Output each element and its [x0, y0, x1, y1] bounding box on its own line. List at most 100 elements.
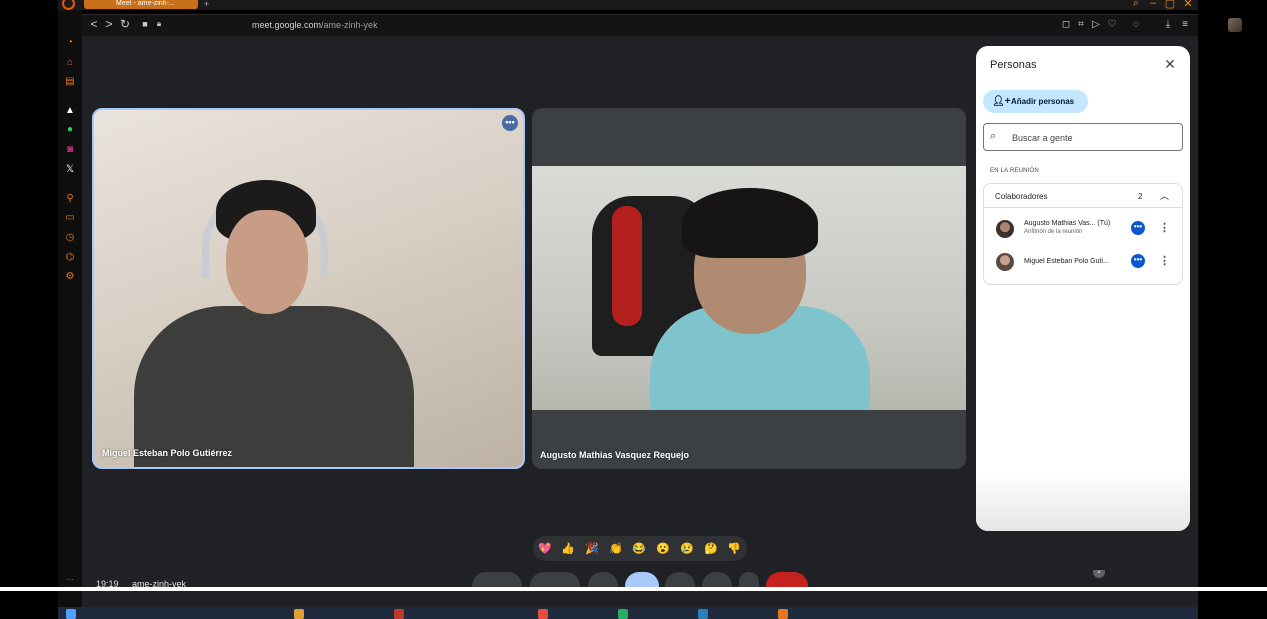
reaction-laugh[interactable]: 😂: [631, 541, 647, 557]
url-host: meet.google.com: [252, 20, 322, 30]
reactions-button[interactable]: [625, 572, 659, 587]
chair-accent: [612, 206, 642, 326]
participant-row[interactable]: Miguel Esteban Polo Guti... ••• ⋮: [984, 247, 1182, 277]
menu-icon[interactable]: ≡: [1179, 19, 1191, 31]
taskbar-app-icon[interactable]: [618, 609, 628, 619]
divider-line: [0, 587, 1267, 591]
tabs-icon[interactable]: ▭: [64, 212, 76, 224]
heart-icon[interactable]: ♡: [1106, 19, 1118, 31]
reaction-surprised[interactable]: 😮: [655, 541, 671, 557]
panel-title: Personas: [990, 59, 1037, 71]
profile-avatar[interactable]: [1228, 18, 1242, 32]
download-icon[interactable]: ⤓: [1162, 19, 1174, 31]
control-bar: 19:19 ame-zinh-yek 2: [82, 570, 1198, 587]
reaction-thumbs-up[interactable]: 👍: [560, 541, 576, 557]
bookmark-icon[interactable]: ◻: [1060, 19, 1072, 31]
collaborators-header[interactable]: Colaboradores 2 ︿: [984, 184, 1182, 208]
aria-sidebar-icon[interactable]: ▲: [64, 105, 76, 117]
close-panel-button[interactable]: ✕: [1162, 56, 1178, 72]
shopping-icon[interactable]: ⌂: [64, 57, 76, 69]
history-icon[interactable]: ◷: [64, 232, 76, 244]
group-title: Colaboradores: [995, 192, 1048, 201]
settings-icon[interactable]: ⚙: [64, 271, 76, 283]
tile-name-miguel: Miguel Esteban Polo Gutiérrez: [102, 448, 233, 458]
reaction-thumbs-down[interactable]: 👎: [726, 541, 742, 557]
tab-meet[interactable]: Meet - ame-zinh-...: [84, 0, 198, 9]
avatar: [996, 253, 1014, 271]
taskbar-app-icon[interactable]: [294, 609, 304, 619]
search-field[interactable]: ⌕: [983, 123, 1183, 151]
participant-role: Anfitrión de la reunión: [1024, 229, 1083, 235]
chevron-up-icon[interactable]: ︿: [1160, 189, 1169, 202]
lock-icon[interactable]: 🔒︎: [152, 19, 166, 29]
search-tabs-icon[interactable]: ⌕: [1129, 0, 1143, 10]
pinboard-icon[interactable]: ⚲: [64, 193, 76, 205]
snapshot-icon[interactable]: ⌗: [1075, 19, 1087, 31]
participant-name: Miguel Esteban Polo Guti...: [1024, 258, 1109, 265]
aria-icon[interactable]: ◌: [1130, 19, 1142, 31]
opera-sidebar: ◔ ⌂ ▤ ▲ ● ◙ 𝕏 ⚲ ▭ ◷ ⌬ ⚙ ⋯: [58, 10, 82, 607]
participant-face: [226, 210, 308, 314]
taskbar-app-icon[interactable]: [538, 609, 548, 619]
people-panel: Personas ✕ 👤︎+ Añadir personas ⌕ EN LA R…: [976, 46, 1190, 531]
search-input[interactable]: [1012, 130, 1172, 145]
video-tile-augusto[interactable]: Augusto Mathias Vasquez Requejo: [532, 108, 966, 469]
address-bar: < > ↻ ■ 🔒︎ meet.google.com/ame-zinh-yek …: [82, 14, 1242, 36]
maximize-icon[interactable]: ▢: [1163, 0, 1177, 10]
sidebar-more-icon[interactable]: ⋯: [64, 575, 76, 587]
participant-activity-icon: •••: [1131, 254, 1145, 268]
participant-name: Augusto Mathias Vas... (Tú): [1024, 220, 1111, 227]
captions-button[interactable]: [665, 572, 695, 587]
group-count: 2: [1138, 192, 1143, 201]
camera-permission-icon[interactable]: ■: [138, 19, 152, 29]
reaction-party[interactable]: 🎉: [584, 541, 600, 557]
tile-name-augusto: Augusto Mathias Vasquez Requejo: [540, 450, 690, 460]
augusto-video: [532, 166, 966, 410]
start-icon[interactable]: [66, 609, 76, 619]
participant-body: [134, 306, 414, 467]
reaction-sad[interactable]: 😢: [679, 541, 695, 557]
url-field[interactable]: meet.google.com/ame-zinh-yek: [252, 20, 378, 30]
reaction-thinking[interactable]: 🤔: [703, 541, 719, 557]
taskbar-app-icon[interactable]: [778, 609, 788, 619]
extensions-icon[interactable]: ⌬: [64, 252, 76, 264]
meeting-code: ame-zinh-yek: [132, 579, 187, 587]
tab-title: Meet - ame-zinh-...: [116, 0, 175, 7]
present-button[interactable]: [588, 572, 618, 587]
taskbar-app-icon[interactable]: [394, 609, 404, 619]
whatsapp-icon[interactable]: ●: [64, 124, 76, 136]
taskbar-app-icon[interactable]: [698, 609, 708, 619]
player-icon[interactable]: ▷: [1090, 19, 1102, 31]
reaction-heart[interactable]: 💖: [537, 541, 553, 557]
participant-menu-button[interactable]: ⋮: [1159, 220, 1170, 236]
section-label: EN LA REUNIÓN: [990, 168, 1039, 174]
x-icon[interactable]: 𝕏: [64, 164, 76, 176]
close-window-icon[interactable]: ✕: [1181, 0, 1195, 10]
raise-hand-button[interactable]: [702, 572, 732, 587]
url-path: /ame-zinh-yek: [321, 20, 378, 30]
avatar: [996, 220, 1014, 238]
participant-menu-button[interactable]: ⋮: [1159, 253, 1170, 269]
tile-options-button[interactable]: •••: [502, 115, 518, 131]
more-options-button[interactable]: [739, 572, 759, 587]
forward-button[interactable]: >: [102, 17, 116, 31]
participant-row[interactable]: Augusto Mathias Vas... (Tú) Anfitrión de…: [984, 214, 1182, 244]
windows-taskbar: [58, 607, 1198, 619]
camera-button[interactable]: [530, 572, 580, 587]
minimize-icon[interactable]: –: [1146, 0, 1160, 9]
collaborators-group: Colaboradores 2 ︿ Augusto Mathias Vas...…: [983, 183, 1183, 285]
wallet-icon[interactable]: ▤: [64, 76, 76, 88]
speed-dial-icon[interactable]: ◔: [64, 37, 76, 49]
reaction-clap[interactable]: 👏: [608, 541, 624, 557]
back-button[interactable]: <: [87, 17, 101, 31]
end-call-button[interactable]: [766, 572, 808, 587]
add-people-label: Añadir personas: [1011, 97, 1075, 106]
reload-button[interactable]: ↻: [118, 17, 132, 31]
instagram-icon[interactable]: ◙: [64, 144, 76, 156]
screen: Meet - ame-zinh-... + ⌕ – ▢ ✕ < > ↻ ■ 🔒︎…: [0, 0, 1267, 619]
add-people-button[interactable]: 👤︎+ Añadir personas: [983, 90, 1088, 113]
new-tab-button[interactable]: +: [202, 0, 211, 9]
panel-fade: [976, 471, 1190, 531]
video-tile-miguel[interactable]: ••• Miguel Esteban Polo Gutiérrez: [92, 108, 525, 469]
microphone-button[interactable]: [472, 572, 522, 587]
